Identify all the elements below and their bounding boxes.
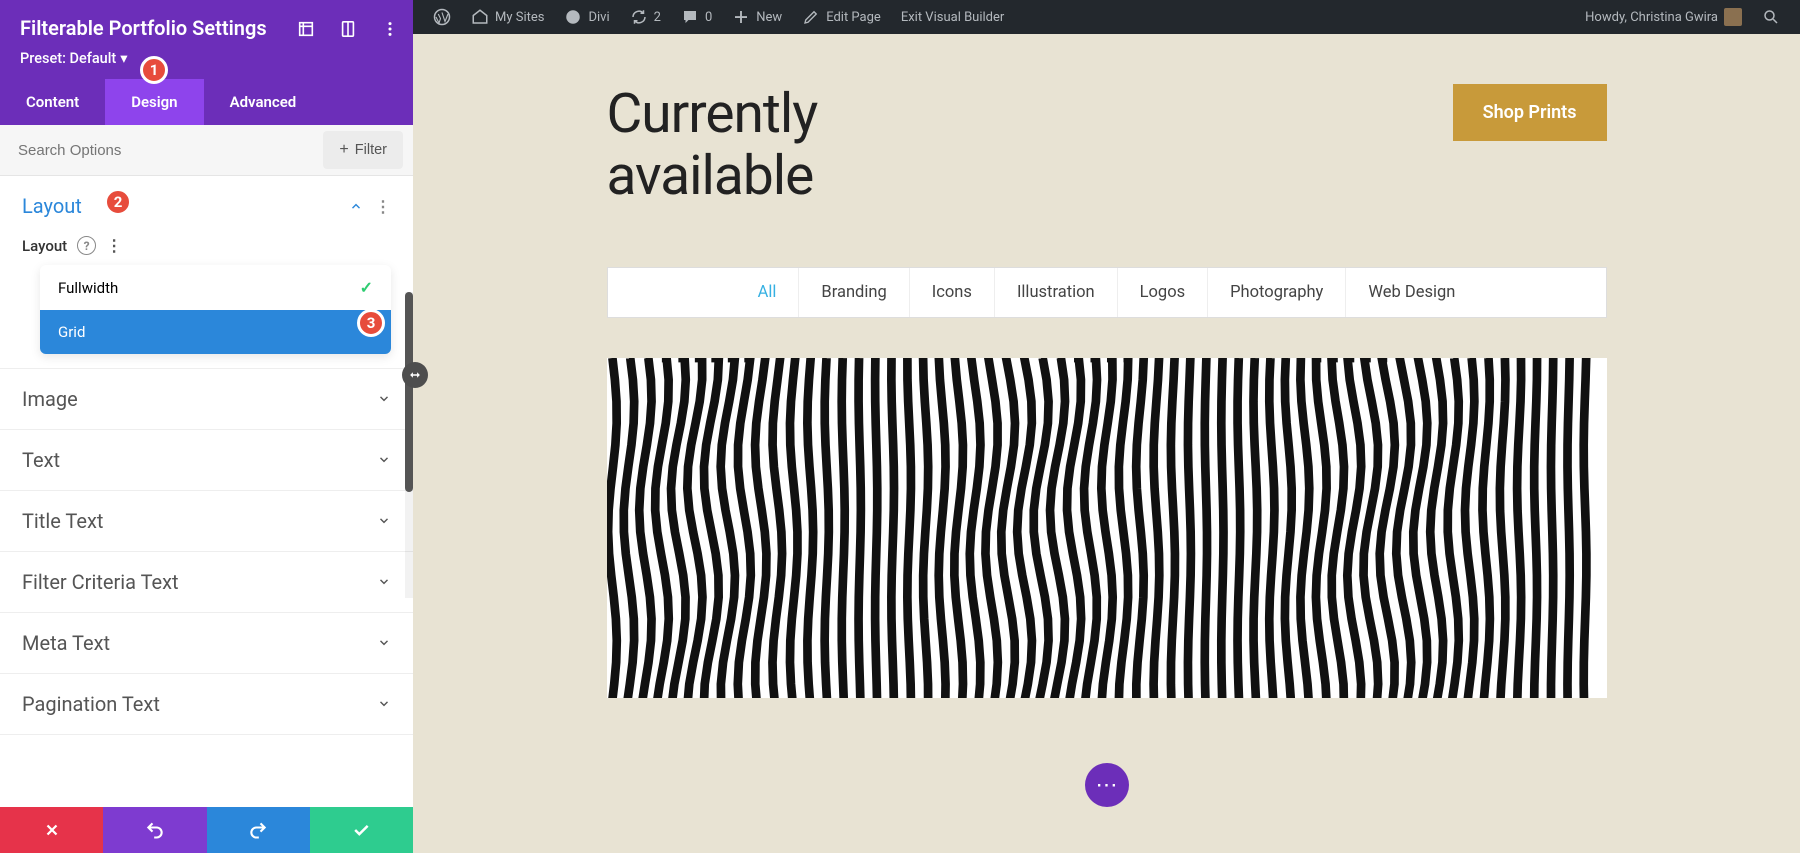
page-settings-fab[interactable]: ⋯ <box>1085 763 1129 807</box>
section-pagination-text-head[interactable]: Pagination Text <box>0 674 413 734</box>
chevron-down-icon <box>377 392 391 406</box>
filter-tab-icons[interactable]: Icons <box>910 268 995 317</box>
sidebar-footer <box>0 807 413 853</box>
howdy-user[interactable]: Howdy, Christina Gwira <box>1575 0 1752 34</box>
tab-design[interactable]: Design <box>105 79 203 125</box>
chevron-down-icon <box>377 453 391 467</box>
section-layout: Layout ⋮ 2 Layout ? ⋮ Fullwidth ✓ Grid 3 <box>0 176 413 369</box>
filter-tab-photography[interactable]: Photography <box>1208 268 1346 317</box>
updates-link[interactable]: 2 <box>620 0 671 34</box>
section-layout-head[interactable]: Layout ⋮ <box>0 176 413 236</box>
section-title-text-head[interactable]: Title Text <box>0 491 413 551</box>
responsive-icon[interactable] <box>339 20 357 38</box>
expand-icon[interactable] <box>297 20 315 38</box>
resize-handle[interactable] <box>402 362 428 388</box>
search-icon[interactable] <box>1752 0 1790 34</box>
new-link[interactable]: New <box>722 0 792 34</box>
sidebar-body: Layout ⋮ 2 Layout ? ⋮ Fullwidth ✓ Grid 3 <box>0 176 413 807</box>
hero-title: Currently available <box>607 84 818 207</box>
save-button[interactable] <box>310 807 413 853</box>
cancel-button[interactable] <box>0 807 103 853</box>
portfolio-item[interactable] <box>607 358 1607 698</box>
filter-button[interactable]: +Filter <box>323 131 403 169</box>
section-menu-icon[interactable]: ⋮ <box>375 197 391 216</box>
shop-prints-button[interactable]: Shop Prints <box>1453 84 1607 141</box>
portfolio-filters: AllBrandingIconsIllustrationLogosPhotogr… <box>607 267 1607 318</box>
tabs: Content Design Advanced <box>0 79 413 125</box>
tab-advanced[interactable]: Advanced <box>204 79 323 125</box>
chevron-down-icon <box>377 575 391 589</box>
filter-tab-illustration[interactable]: Illustration <box>995 268 1118 317</box>
edit-page-link[interactable]: Edit Page <box>792 0 891 34</box>
search-input[interactable] <box>0 128 323 173</box>
filter-tab-logos[interactable]: Logos <box>1118 268 1209 317</box>
redo-button[interactable] <box>207 807 310 853</box>
filter-tab-all[interactable]: All <box>736 268 800 317</box>
sidebar-header: Filterable Portfolio Settings Preset: De… <box>0 0 413 79</box>
settings-sidebar: Filterable Portfolio Settings Preset: De… <box>0 0 413 853</box>
tab-content[interactable]: Content <box>0 79 105 125</box>
option-grid[interactable]: Grid 3 <box>40 310 391 354</box>
help-icon[interactable]: ? <box>77 236 96 255</box>
user-avatar <box>1724 8 1742 26</box>
section-text-head[interactable]: Text <box>0 430 413 490</box>
layout-sub-head: Layout ? ⋮ <box>0 236 413 265</box>
layout-options: Fullwidth ✓ Grid 3 <box>40 265 391 354</box>
hero-row: Currently available Shop Prints <box>607 84 1607 207</box>
badge-1: 1 <box>140 56 168 84</box>
badge-3: 3 <box>357 309 385 337</box>
section-layout-title: Layout <box>22 194 349 218</box>
menu-dots-icon[interactable] <box>381 20 399 38</box>
stripes-image <box>607 358 1607 698</box>
wp-logo[interactable] <box>423 0 461 34</box>
badge-2: 2 <box>104 188 132 216</box>
check-icon: ✓ <box>360 278 373 297</box>
option-fullwidth[interactable]: Fullwidth ✓ <box>40 265 391 310</box>
my-sites-link[interactable]: My Sites <box>461 0 554 34</box>
chevron-down-icon <box>377 636 391 650</box>
chevron-up-icon <box>349 199 363 213</box>
filter-tab-branding[interactable]: Branding <box>799 268 909 317</box>
preset-selector[interactable]: Preset: Default▾ <box>20 50 128 67</box>
undo-button[interactable] <box>103 807 206 853</box>
filter-tab-web-design[interactable]: Web Design <box>1346 268 1477 317</box>
wp-admin-bar: My Sites Divi 2 0 New Edit Page Exit Vis… <box>413 0 1800 34</box>
sub-menu-icon[interactable]: ⋮ <box>106 236 122 255</box>
layout-sub-label: Layout <box>22 237 67 255</box>
chevron-down-icon <box>377 697 391 711</box>
search-row: +Filter <box>0 125 413 176</box>
preview-canvas: Currently available Shop Prints AllBrand… <box>413 34 1800 853</box>
chevron-down-icon <box>377 514 391 528</box>
section-image-head[interactable]: Image <box>0 369 413 429</box>
divi-link[interactable]: Divi <box>554 0 619 34</box>
section-meta-text-head[interactable]: Meta Text <box>0 613 413 673</box>
exit-builder-link[interactable]: Exit Visual Builder <box>891 0 1014 34</box>
comments-link[interactable]: 0 <box>671 0 722 34</box>
section-filter-criteria-head[interactable]: Filter Criteria Text <box>0 552 413 612</box>
